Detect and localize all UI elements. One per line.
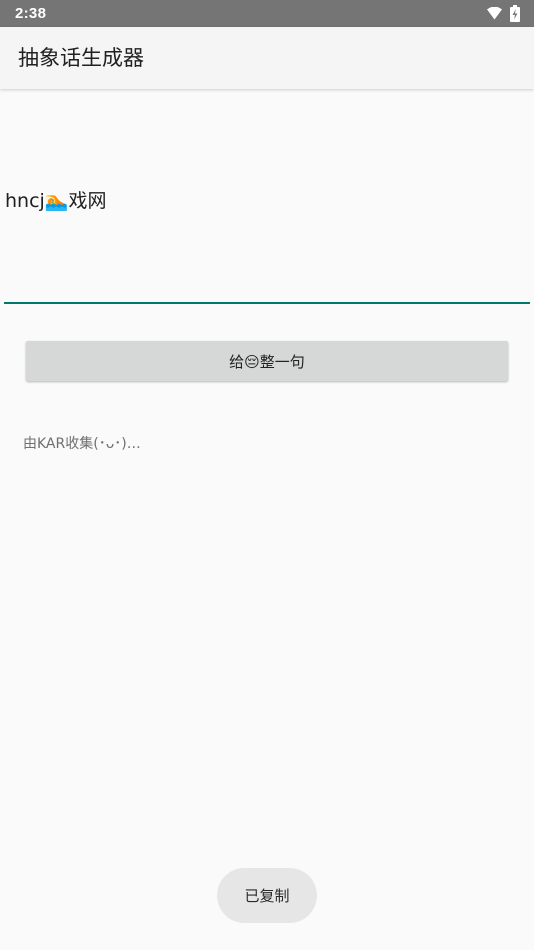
input-value[interactable]: hncj🏊戏网 <box>5 188 106 214</box>
toast-text: 已复制 <box>244 887 290 905</box>
abstract-text-input[interactable]: hncj🏊戏网 <box>4 150 530 304</box>
status-bar: 2:38 <box>0 0 534 27</box>
app-title: 抽象话生成器 <box>18 46 144 70</box>
copied-toast: 已复制 <box>217 868 317 923</box>
battery-charging-icon <box>510 5 520 22</box>
status-icons <box>487 4 520 23</box>
status-time: 2:38 <box>15 5 47 22</box>
credit-text: 由KAR收集(･ᴗ･)… <box>23 436 141 452</box>
input-underline <box>4 302 530 304</box>
generate-button-label: 给😔整一句 <box>229 352 305 371</box>
app-bar: 抽象话生成器 <box>0 27 534 89</box>
wifi-icon <box>487 7 502 20</box>
generate-sentence-button[interactable]: 给😔整一句 <box>26 341 508 381</box>
